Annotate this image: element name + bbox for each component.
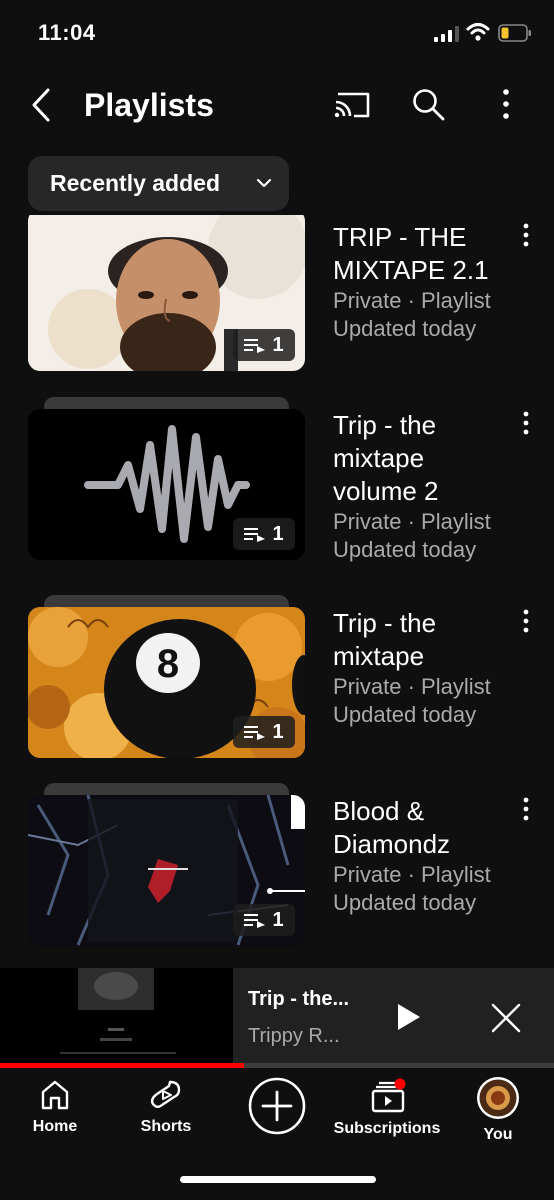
avatar [477, 1077, 519, 1119]
playlist-icon [244, 528, 266, 542]
playlist-updated: Updated today [333, 890, 477, 915]
nav-label: You [483, 1126, 513, 1143]
playlist-icon [244, 914, 266, 928]
chevron-down-icon [256, 178, 272, 188]
back-icon[interactable] [26, 86, 56, 124]
nav-you[interactable]: You [474, 1076, 522, 1144]
status-bar: 11:04 [0, 0, 554, 70]
playlist-privacy: Private · Playlist [333, 288, 491, 313]
shorts-icon [150, 1080, 181, 1108]
search-icon[interactable] [410, 86, 446, 122]
playlist-list: 1 TRIP - THE MIXTAPE 2.1 Private · Playl… [0, 215, 554, 965]
more-options-icon[interactable] [494, 86, 518, 122]
playlist-title-line: Trip - the [333, 410, 437, 440]
nav-label: Home [32, 1118, 78, 1135]
playlist-privacy: Private · Playlist [333, 509, 491, 534]
playlist-updated: Updated today [333, 702, 477, 727]
create-icon [248, 1077, 306, 1135]
playlist-updated: Updated today [333, 537, 477, 562]
video-count-badge: 1 [233, 904, 295, 936]
close-icon[interactable] [490, 1002, 522, 1034]
more-options-icon[interactable] [518, 607, 534, 637]
playlist-icon [244, 339, 266, 353]
more-options-icon[interactable] [518, 221, 534, 251]
playlist-icon [244, 726, 266, 740]
mini-player-title: Trip - the... [248, 988, 350, 1010]
mini-player-thumbnail [0, 968, 233, 1064]
playlist-title-line: Trip - the [333, 608, 437, 638]
playlist-item[interactable]: 1 TRIP - THE MIXTAPE 2.1 Private · Playl… [0, 215, 554, 375]
playlist-title-line: volume 2 [333, 476, 439, 506]
playlist-updated: Updated today [333, 316, 477, 341]
video-count-badge: 1 [233, 518, 295, 550]
nav-create[interactable] [247, 1076, 307, 1136]
playlist-privacy: Private · Playlist [333, 862, 491, 887]
nav-label: Shorts [140, 1118, 192, 1135]
cast-icon[interactable] [332, 88, 372, 120]
cellular-signal-icon [434, 26, 459, 42]
battery-icon [498, 24, 531, 42]
home-indicator [180, 1176, 376, 1183]
playlist-title-line: Diamondz [333, 829, 451, 859]
video-count-badge: 1 [233, 329, 295, 361]
mini-player-artist: Trippy R... [248, 1025, 340, 1047]
video-count: 1 [272, 333, 284, 356]
video-count: 1 [272, 720, 284, 743]
status-time: 11:04 [38, 20, 96, 45]
playlist-title-line: TRIP - THE [333, 222, 467, 252]
home-icon [41, 1080, 69, 1110]
mini-player[interactable]: Trip - the... Trippy R... [0, 968, 554, 1068]
video-count: 1 [272, 908, 284, 931]
nav-label: Subscriptions [333, 1120, 441, 1137]
nav-shorts[interactable]: Shorts [138, 1078, 194, 1136]
more-options-icon[interactable] [518, 795, 534, 825]
nav-home[interactable]: Home [30, 1078, 80, 1136]
playlist-title-line: MIXTAPE 2.1 [333, 255, 489, 285]
playlist-privacy: Private · Playlist [333, 674, 491, 699]
header: Playlists [0, 70, 554, 142]
video-count: 1 [272, 522, 284, 545]
playlist-item[interactable]: 1 Blood & Diamondz Private · Playlist Up… [0, 781, 554, 951]
sort-dropdown[interactable]: Recently added [28, 156, 289, 211]
wifi-icon [466, 23, 490, 41]
playlist-item[interactable]: 8 1 Trip - the mixtape Private · Playlis… [0, 593, 554, 763]
subscriptions-icon [371, 1078, 406, 1113]
sort-label: Recently added [50, 170, 220, 196]
play-icon[interactable] [394, 1002, 422, 1032]
svg-text:8: 8 [157, 642, 179, 686]
page-title: Playlists [84, 87, 214, 123]
nav-subscriptions[interactable]: Subscriptions [332, 1078, 442, 1138]
video-count-badge: 1 [233, 716, 295, 748]
more-options-icon[interactable] [518, 409, 534, 439]
playlist-title-line: Blood & [333, 796, 425, 826]
playlist-item[interactable]: 1 Trip - the mixtape volume 2 Private · … [0, 395, 554, 565]
playlist-title-line: mixtape [333, 641, 425, 671]
playlist-title-line: mixtape [333, 443, 425, 473]
